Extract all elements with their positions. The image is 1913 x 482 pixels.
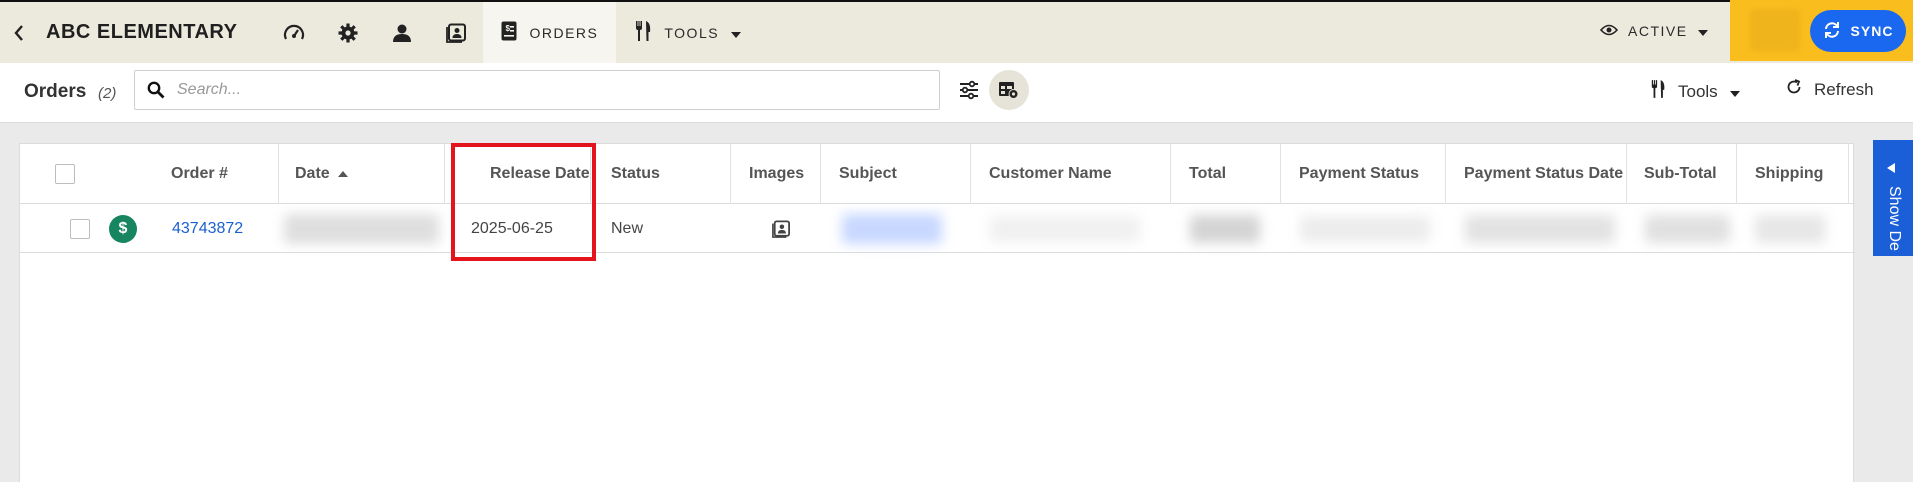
order-number-link[interactable]: 43743872 <box>172 220 243 238</box>
dashboard-gauge-icon[interactable] <box>267 2 321 63</box>
table-header: Order # Date Release Date Status Images … <box>20 144 1855 204</box>
caret-down-icon <box>1729 82 1740 102</box>
orders-table: Order # Date Release Date Status Images … <box>19 143 1855 482</box>
customer-name-cell <box>990 205 1140 253</box>
payment-indicator: $ <box>109 205 137 253</box>
redacted-customer-name <box>990 216 1140 242</box>
sub-total-cell <box>1645 205 1730 253</box>
sync-arrows-icon <box>1823 21 1841 42</box>
eye-icon <box>1599 23 1619 39</box>
redacted-total <box>1190 215 1260 243</box>
column-header-customer-name[interactable]: Customer Name <box>971 144 1171 204</box>
status-cell: New <box>611 220 644 237</box>
column-header-images[interactable]: Images <box>731 144 821 204</box>
redacted-sub-total <box>1645 215 1730 243</box>
orders-count: (2) <box>98 85 117 102</box>
search-icon <box>147 81 165 99</box>
shipping-cell <box>1755 205 1825 253</box>
row-checkbox[interactable] <box>70 219 90 239</box>
status-filter-dropdown[interactable]: ACTIVE <box>1599 0 1708 61</box>
orders-invoice-icon: $ <box>501 21 517 44</box>
table-settings-icon[interactable] <box>989 70 1029 110</box>
filter-sliders-icon[interactable] <box>949 70 989 110</box>
tools-label: Tools <box>1678 81 1718 101</box>
redacted-subject <box>842 214 942 244</box>
dollar-paid-icon: $ <box>109 215 137 243</box>
tools-utensils-icon <box>1650 79 1666 104</box>
column-header-subject[interactable]: Subject <box>821 144 971 204</box>
caret-down-icon <box>731 25 742 41</box>
column-header-date[interactable]: Date <box>279 144 445 204</box>
redacted-account-badge <box>1750 9 1800 51</box>
tab-tools-label: TOOLS <box>664 24 720 41</box>
sort-ascending-icon <box>337 171 348 177</box>
redacted-payment-status <box>1300 216 1430 242</box>
redacted-date <box>284 214 439 244</box>
date-cell <box>284 205 439 253</box>
photo-portrait-icon[interactable] <box>429 2 483 63</box>
header-select-cell <box>20 144 90 204</box>
column-header-shipping[interactable]: Shipping <box>1737 144 1849 204</box>
search-box[interactable] <box>134 70 940 110</box>
order-number-cell: 43743872 <box>172 205 243 253</box>
column-header-payment-status[interactable]: Payment Status <box>1281 144 1446 204</box>
show-details-tab[interactable]: Show De <box>1873 140 1913 256</box>
subject-cell <box>842 205 942 253</box>
user-icon[interactable] <box>375 2 429 63</box>
column-header-order-number[interactable]: Order # <box>147 144 279 204</box>
tab-tools[interactable]: TOOLS <box>616 2 759 63</box>
refresh-label: Refresh <box>1814 79 1874 99</box>
payment-status-date-cell <box>1465 205 1615 253</box>
row-select-cell <box>70 205 90 253</box>
total-cell <box>1190 205 1260 253</box>
caret-down-icon <box>1697 23 1708 39</box>
refresh-button[interactable]: Refresh <box>1786 79 1874 100</box>
table-row[interactable]: $ 43743872 2025-06-25 New <box>20 205 1855 253</box>
sync-label: SYNC <box>1850 23 1894 39</box>
school-name: ABC ELEMENTARY <box>46 21 238 43</box>
release-date-highlight-box <box>451 143 596 261</box>
tools-dropdown[interactable]: Tools <box>1650 79 1740 104</box>
sync-button[interactable]: SYNC <box>1810 10 1906 52</box>
column-header-status[interactable]: Status <box>591 144 731 204</box>
column-header-total[interactable]: Total <box>1171 144 1281 204</box>
column-header-sub-total[interactable]: Sub-Total <box>1627 144 1737 204</box>
redacted-shipping <box>1755 215 1825 243</box>
header-icon-cell <box>90 144 147 204</box>
payment-status-cell <box>1300 205 1430 253</box>
images-icon[interactable] <box>771 205 791 253</box>
back-chevron-icon[interactable] <box>2 2 36 63</box>
select-all-checkbox[interactable] <box>55 164 75 184</box>
tools-utensils-icon <box>634 20 652 45</box>
orders-toolbar: Orders (2) Tools Refresh <box>0 63 1913 123</box>
show-details-label: Show De <box>1886 186 1903 251</box>
svg-text:$: $ <box>506 24 512 33</box>
caret-left-icon <box>1887 160 1895 178</box>
redacted-payment-status-date <box>1465 215 1615 243</box>
tab-orders-label: ORDERS <box>529 24 599 41</box>
column-header-payment-status-date[interactable]: Payment Status Date <box>1446 144 1627 204</box>
search-input[interactable] <box>177 81 877 99</box>
status-filter-label: ACTIVE <box>1628 22 1688 39</box>
tab-orders[interactable]: $ ORDERS <box>483 2 617 70</box>
settings-gear-icon[interactable] <box>321 2 375 63</box>
refresh-icon <box>1786 79 1802 100</box>
page-title: Orders <box>24 81 87 102</box>
